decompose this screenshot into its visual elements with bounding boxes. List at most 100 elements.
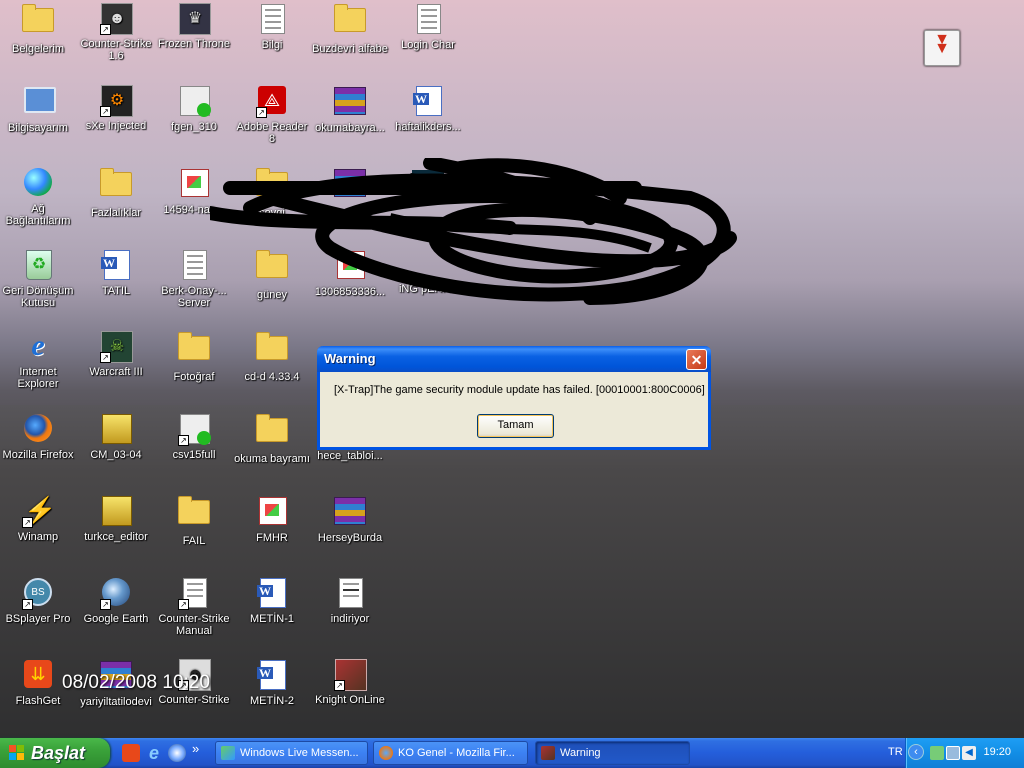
desktop-icon-label: Adobe Reader 8 <box>236 121 308 145</box>
desktop-icon-turkce-editor[interactable]: turkce_editor <box>76 494 156 543</box>
start-button[interactable]: Başlat <box>0 738 110 768</box>
close-button[interactable]: ✕ <box>686 349 707 370</box>
desktop-icon-counter-strike-16[interactable]: ☻ ↗ Counter-Strike 1.6 <box>76 2 156 62</box>
desktop-icon-cm-03-04[interactable]: CM_03-04 <box>76 412 156 461</box>
task-ko-genel-firefox[interactable]: KO Genel - Mozilla Fir... <box>373 741 528 765</box>
rar-archive-icon <box>334 87 366 115</box>
desktop-icon-okuma-bayrami[interactable]: okuma bayramı <box>232 412 312 465</box>
shortcut-arrow-icon: ↗ <box>334 680 345 691</box>
desktop-icon-label: Geri Dönüşüm Kutusu <box>2 285 74 309</box>
shortcut-arrow-icon: ↗ <box>178 435 189 446</box>
desktop-icon-internet-explorer[interactable]: e Internet Explorer <box>0 330 78 391</box>
desktop-icon-label: indiriyor <box>330 613 370 625</box>
internet-explorer-icon[interactable]: e <box>145 744 163 762</box>
word-document-icon: W <box>101 250 130 280</box>
desktop-icon-okumabayra[interactable]: okumabayra... <box>310 84 390 134</box>
desktop-icon-sxe-injected[interactable]: ⚙ ↗ sXe Injected <box>76 84 156 132</box>
recycle-bin-icon: ♻ <box>26 250 52 280</box>
desktop-icon-mozilla-firefox[interactable]: Mozilla Firefox <box>0 412 78 461</box>
desktop-icon-login-char[interactable]: Login Char <box>388 2 468 51</box>
desktop-icon-label: Buzdevri alfabe <box>312 43 388 55</box>
desktop-icon-cd-d[interactable]: cd-d 4.33.4 <box>232 330 312 383</box>
task-label: Windows Live Messen... <box>240 747 359 759</box>
task-windows-live-messenger[interactable]: Windows Live Messen... <box>215 741 368 765</box>
desktop-icon-bilgi[interactable]: Bilgi <box>232 2 312 51</box>
desktop-icon-indiriyor[interactable]: indiriyor <box>310 576 390 625</box>
desktop-icon-metin-2[interactable]: W METİN-2 <box>232 658 312 707</box>
desktop-icon-label: METİN-1 <box>250 613 294 625</box>
desktop-icon-label: turkce_editor <box>84 531 148 543</box>
desktop-icon-label: Login Char <box>401 39 455 51</box>
ok-button[interactable]: Tamam <box>477 414 554 438</box>
folder-icon <box>256 332 288 360</box>
more-chevron-icon[interactable]: » <box>192 742 210 762</box>
desktop-icon-frozen-throne[interactable]: ♛ Frozen Throne <box>154 2 234 50</box>
text-document-icon <box>183 250 207 280</box>
desktop-icon-fotograf[interactable]: Fotoğraf <box>154 330 234 383</box>
chevron-left-icon: ‹ <box>914 746 918 758</box>
desktop-icon-label: Fotoğraf <box>173 371 215 383</box>
desktop-icon-label: Ağ Bağlantılarım <box>5 203 71 227</box>
desktop-icon-knight-online[interactable]: ↗ Knight OnLine <box>310 658 390 706</box>
taskbar: Başlat e » Windows Live Messen... KO Gen… <box>0 738 1024 768</box>
image-file-icon <box>259 497 287 525</box>
desktop-icon-label: okuma bayramı <box>234 453 310 465</box>
desktop-icon-label: TATIL <box>101 285 131 297</box>
desktop-icon-fail[interactable]: FAIL <box>154 494 234 547</box>
desktop-icon-label: okumabayra... <box>315 122 385 134</box>
messenger-tray-icon[interactable] <box>930 746 944 760</box>
desktop-icon-buzdevri-alfabe[interactable]: Buzdevri alfabe <box>310 2 390 55</box>
desktop-icon-bsplayer[interactable]: BS ↗ BSplayer Pro <box>0 576 78 625</box>
desktop-icon-label: cd-d 4.33.4 <box>244 371 300 383</box>
desktop-icon-label: csv15full <box>172 449 216 461</box>
desktop-icon-label: Belgelerim <box>12 43 64 55</box>
desktop-icon-label: sXe Injected <box>85 120 147 132</box>
shortcut-arrow-icon: ↗ <box>100 106 111 117</box>
network-tray-icon[interactable] <box>946 746 960 760</box>
desktop-icon-ag-baglantilarim[interactable]: Ağ Bağlantılarım <box>0 166 78 227</box>
desktop-icon-recycle-bin[interactable]: ♻ Geri Dönüşüm Kutusu <box>0 248 78 309</box>
volume-tray-icon[interactable]: ◀ <box>962 746 976 760</box>
tray-expand-button[interactable]: ‹ <box>908 744 924 760</box>
image-file-icon <box>181 169 209 197</box>
dialog-titlebar[interactable]: Warning ✕ <box>317 346 711 372</box>
knight-online-icon <box>541 746 555 760</box>
desktop-icon-label: Knight OnLine <box>315 694 385 706</box>
setup-archive-icon <box>102 414 132 444</box>
desktop-icon-label: FAIL <box>182 535 206 547</box>
flashget-icon[interactable] <box>122 744 140 762</box>
desktop-icon-metin-1[interactable]: W METİN-1 <box>232 576 312 625</box>
media-player-icon[interactable] <box>168 744 186 762</box>
desktop-icon-haftalikders[interactable]: W haftalikders... <box>388 84 468 133</box>
desktop-icon-fazlaliklar[interactable]: Fazlalıklar <box>76 166 156 219</box>
desktop-icon-fmhr[interactable]: FMHR <box>232 494 312 544</box>
firefox-icon <box>379 746 393 760</box>
shortcut-arrow-icon: ↗ <box>22 517 33 528</box>
desktop-icon-warcraft-iii[interactable]: ☠ ↗ Warcraft III <box>76 330 156 378</box>
desktop-icon-adobe-reader[interactable]: ⟁ ↗ Adobe Reader 8 <box>232 84 312 145</box>
desktop-icon-label: Warcraft III <box>89 366 143 378</box>
warcraft-icon: ♛ <box>179 3 211 35</box>
desktop-icon-google-earth[interactable]: ↗ Google Earth <box>76 576 156 625</box>
desktop-icon-csv15full[interactable]: ↗ csv15full <box>154 412 234 461</box>
taskbar-clock[interactable]: 19:20 <box>983 746 1011 758</box>
dialog-title: Warning <box>324 351 376 366</box>
desktop-icon-label: haftalikders... <box>395 121 461 133</box>
firefox-icon <box>24 414 52 442</box>
desktop-icon-tatil[interactable]: W TATIL <box>76 248 156 297</box>
desktop-icon-belgelerim[interactable]: Belgelerim <box>0 2 78 55</box>
shortcut-arrow-icon: ↗ <box>100 599 111 610</box>
desktop-icon-counter-strike-manual[interactable]: ↗ Counter-Strike Manual <box>154 576 234 637</box>
task-warning[interactable]: Warning <box>535 741 690 765</box>
desktop-icon-label: BSplayer Pro <box>5 613 71 625</box>
desktop-icon-bilgisayarim[interactable]: Bilgisayarım <box>0 84 78 134</box>
desktop-icon-fgen-310[interactable]: fgen_310 <box>154 84 234 133</box>
language-indicator[interactable]: TR <box>888 746 903 758</box>
close-icon: ✕ <box>690 352 703 368</box>
shortcut-arrow-icon: ↗ <box>100 24 111 35</box>
download-manager-button[interactable]: ▼ ▼ <box>924 30 960 66</box>
desktop-icon-winamp[interactable]: ⚡ ↗ Winamp <box>0 494 78 543</box>
desktop[interactable]: Belgelerim Bilgisayarım Ağ Bağlantılarım… <box>0 0 1024 738</box>
dialog-message: [X-Trap]The game security module update … <box>334 384 705 396</box>
desktop-icon-herseyburda[interactable]: HerseyBurda <box>310 494 390 544</box>
